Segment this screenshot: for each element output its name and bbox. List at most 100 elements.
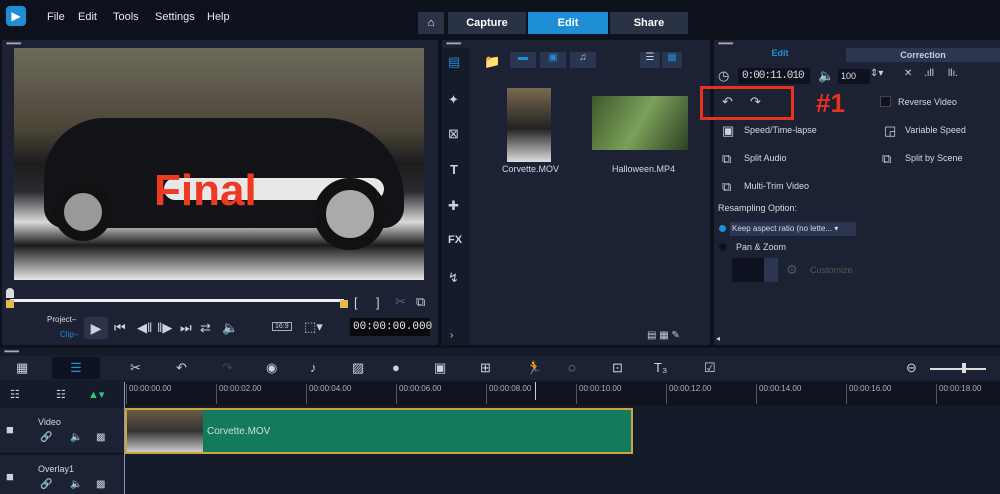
panel-grip[interactable]: •••••••• — [4, 347, 19, 356]
collapse-arrow-icon[interactable]: ◂ — [716, 334, 720, 343]
ripple-editing-icon[interactable]: ▩ — [96, 432, 105, 443]
track-volume-icon[interactable]: 🔈 — [70, 479, 82, 490]
redo-icon[interactable]: ↷ — [222, 360, 233, 376]
panel-grip[interactable]: •••••••• — [718, 39, 733, 48]
tab-edit[interactable]: Edit — [528, 12, 608, 34]
split-clip-icon[interactable]: ✂ — [395, 294, 406, 310]
link-icon[interactable]: 🔗 — [40, 479, 52, 490]
mute-icon[interactable]: ✕ — [904, 68, 912, 79]
enlarge-preview-icon[interactable]: ⧉ — [416, 294, 425, 310]
time-remapping-icon[interactable]: 🏃 — [526, 360, 542, 376]
previous-frame-button[interactable]: ◀‖ — [137, 320, 152, 336]
track-manager-icon[interactable]: ☷ — [10, 388, 20, 401]
overlay-title-text[interactable]: Final — [154, 166, 257, 216]
panel-grip[interactable]: •••••••• — [446, 39, 461, 48]
pan-zoom-preset-dropdown[interactable] — [732, 258, 778, 282]
3d-title-icon[interactable]: T₃ — [654, 360, 667, 375]
record-capture-icon[interactable]: ◉ — [266, 360, 277, 376]
add-track-icon[interactable]: ☷ — [56, 388, 66, 401]
list-view-button[interactable]: ☰ — [640, 52, 660, 68]
track-volume-icon[interactable]: 🔈 — [70, 432, 82, 443]
expand-arrow-icon[interactable]: › — [450, 330, 453, 341]
zoom-slider[interactable] — [930, 368, 986, 370]
title-icon[interactable]: T — [450, 162, 458, 177]
storyboard-view-icon[interactable]: ▦ — [16, 360, 28, 376]
chapter-marker-icon[interactable]: ▲▾ — [88, 388, 104, 401]
show-photos-button[interactable]: ▣ — [540, 52, 566, 68]
graphic-icon[interactable]: ✚ — [448, 198, 459, 214]
zoom-slider-thumb[interactable] — [962, 363, 966, 373]
fade-in-icon[interactable]: .ıll — [924, 68, 934, 79]
display-mode-dropdown[interactable]: ⬚▾ — [304, 319, 323, 335]
tab-capture[interactable]: Capture — [448, 12, 526, 34]
instant-project-icon[interactable]: ✦ — [448, 92, 459, 108]
sound-mixer-icon[interactable]: ♪ — [310, 360, 317, 375]
clip-mode-label[interactable]: Clip– — [60, 330, 78, 339]
subtitle-editor-icon[interactable]: ▣ — [434, 360, 446, 376]
motion-tracking-icon[interactable]: ● — [392, 360, 400, 375]
reverse-video-checkbox[interactable] — [880, 96, 891, 107]
aspect-ratio-dropdown[interactable]: 16:9 — [272, 322, 292, 331]
fade-out-icon[interactable]: llı. — [948, 68, 958, 79]
keep-aspect-radio[interactable] — [719, 225, 726, 232]
path-icon[interactable]: ↯ — [448, 270, 459, 286]
mark-in-button[interactable]: [ — [354, 295, 358, 310]
mark-out-button[interactable]: ] — [376, 295, 380, 310]
add-folder-icon[interactable]: 📁 — [484, 54, 500, 70]
timecode-field[interactable]: 00:00:00.000 — [350, 318, 432, 336]
end-button[interactable]: ⏭ — [180, 320, 192, 336]
next-frame-button[interactable]: ‖▶ — [157, 320, 172, 336]
resampling-dropdown[interactable]: Keep aspect ratio (no lette... ▾ — [730, 222, 856, 236]
multi-camera-icon[interactable]: ⊞ — [480, 360, 491, 376]
menu-help[interactable]: Help — [207, 11, 230, 23]
library-item[interactable] — [592, 96, 688, 150]
library-options-icon[interactable]: ▤ ▦ ✎ — [647, 330, 680, 341]
tab-share[interactable]: Share — [610, 12, 688, 34]
home-button[interactable]: ⏮ — [114, 320, 126, 336]
trim-end-marker[interactable] — [340, 300, 348, 308]
library-item[interactable] — [507, 88, 551, 162]
menu-file[interactable]: File — [47, 11, 65, 23]
transition-icon[interactable]: ⊠ — [448, 126, 459, 142]
trim-start-marker[interactable] — [6, 300, 14, 308]
tab-options-edit[interactable]: Edit — [716, 48, 844, 62]
timeline-clip[interactable]: Corvette.MOV — [125, 408, 633, 454]
volume-field[interactable]: 100 — [838, 69, 870, 84]
pan-zoom-icon[interactable]: ⊡ — [612, 360, 623, 376]
split-screen-icon[interactable]: ☑ — [704, 360, 716, 376]
ripple-editing-icon[interactable]: ▩ — [96, 479, 105, 490]
show-audio-button[interactable]: ♫ — [570, 52, 596, 68]
undo-icon[interactable]: ↶ — [176, 360, 187, 376]
filter-fx-icon[interactable]: FX — [448, 234, 462, 246]
show-videos-button[interactable]: ▬ — [510, 52, 536, 68]
volume-stepper[interactable]: ⇕▾ — [870, 68, 883, 79]
link-icon[interactable]: 🔗 — [40, 432, 52, 443]
home-tab[interactable]: ⌂ — [418, 12, 444, 34]
menu-edit[interactable]: Edit — [78, 11, 97, 23]
split-by-scene-button[interactable]: Split by Scene — [905, 153, 963, 163]
media-icon[interactable]: ▤ — [448, 54, 460, 70]
pan-zoom-radio[interactable] — [719, 243, 727, 251]
scrubber-handle[interactable] — [6, 288, 14, 298]
menu-tools[interactable]: Tools — [113, 11, 139, 23]
volume-button[interactable]: 🔈 — [222, 320, 238, 336]
panel-grip[interactable]: •••••••• — [6, 39, 21, 48]
video-preview[interactable]: Final — [14, 48, 424, 280]
split-audio-button[interactable]: Split Audio — [744, 153, 787, 163]
multi-trim-button[interactable]: Multi-Trim Video — [744, 181, 809, 191]
scrubber-track[interactable] — [10, 299, 344, 302]
project-mode-label[interactable]: Project– — [47, 315, 76, 324]
tools-icon[interactable]: ✂ — [130, 360, 141, 376]
menu-settings[interactable]: Settings — [155, 11, 195, 23]
speed-timelapse-button[interactable]: Speed/Time-lapse — [744, 125, 817, 135]
auto-music-icon[interactable]: ▨ — [352, 360, 364, 376]
variable-speed-button[interactable]: Variable Speed — [905, 125, 966, 135]
mask-creator-icon[interactable]: ◌ — [568, 360, 576, 375]
play-button[interactable]: ▶ — [84, 317, 108, 339]
repeat-button[interactable]: ⇄ — [200, 320, 211, 336]
thumbnail-view-button[interactable]: ▦ — [662, 52, 682, 68]
rotate-left-icon[interactable]: ↶ — [722, 94, 733, 110]
tab-correction[interactable]: Correction — [846, 48, 1000, 62]
duration-field[interactable]: 0:00:11.010 — [738, 68, 810, 84]
rotate-right-icon[interactable]: ↷ — [750, 94, 761, 110]
